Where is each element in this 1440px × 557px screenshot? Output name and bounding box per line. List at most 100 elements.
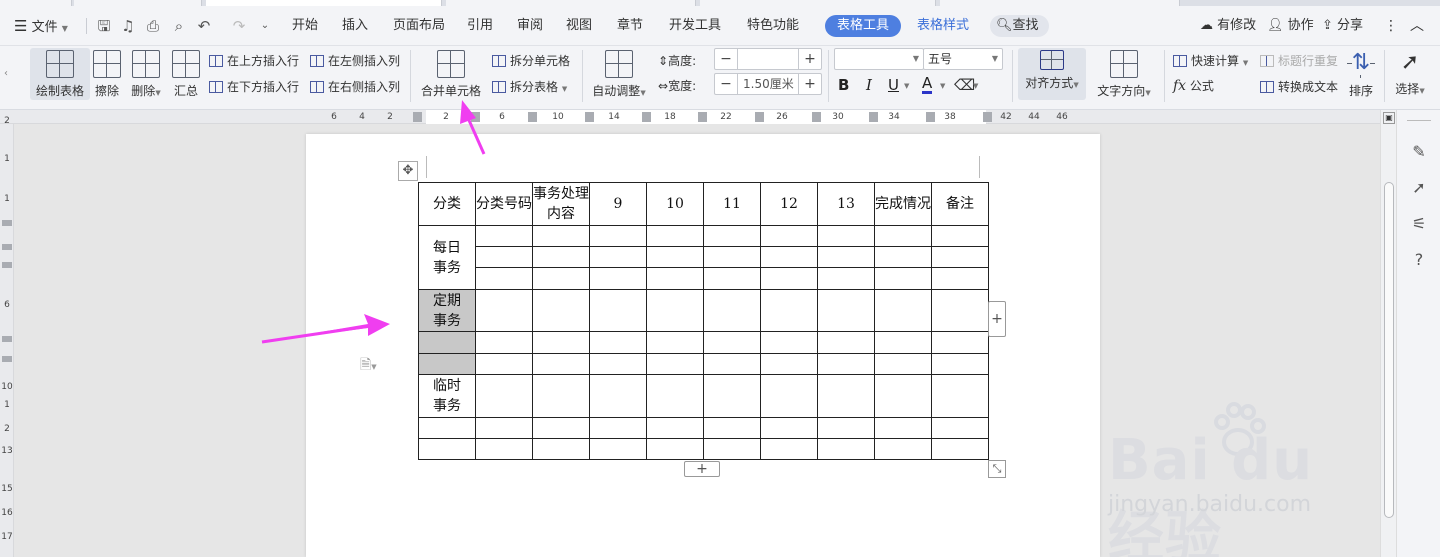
table-cell[interactable] [475, 225, 533, 247]
minus-icon[interactable]: − [715, 49, 737, 69]
customize-chevron-icon[interactable]: ⌄ [256, 17, 274, 35]
height-stepper[interactable]: − + [714, 48, 822, 70]
table-cell[interactable] [874, 353, 932, 375]
table-cell[interactable]: 10 [646, 182, 704, 226]
table-cell[interactable] [760, 246, 818, 268]
delete-button[interactable]: 删除▼ [126, 48, 166, 99]
table-cell[interactable] [418, 438, 476, 460]
ruler-row-marker[interactable] [2, 244, 12, 250]
formula-button[interactable]: fx 公式 [1173, 77, 1214, 94]
document-table[interactable]: 分类 分类号码 事务处理内容 9 10 11 12 13 完成情况 备注 每日事… [418, 182, 989, 460]
table-cell[interactable] [874, 438, 932, 460]
chevron-down-icon[interactable]: ▼ [940, 82, 945, 90]
draw-table-button[interactable]: 绘制表格 [30, 48, 90, 100]
italic-button[interactable]: I [866, 76, 872, 94]
underline-button[interactable]: U [888, 76, 899, 94]
auto-adjust-button[interactable]: 自动调整▼ [590, 48, 648, 99]
table-cell[interactable] [532, 353, 590, 375]
ruler-column-marker[interactable] [983, 112, 992, 122]
ruler-column-marker[interactable] [869, 112, 878, 122]
table-cell[interactable]: 12 [760, 182, 818, 226]
table-cell[interactable] [931, 353, 989, 375]
table-cell[interactable] [760, 225, 818, 247]
tab-references[interactable]: 引用 [467, 6, 493, 46]
more-icon[interactable]: ⋮ [1384, 6, 1398, 46]
table-cell[interactable] [703, 374, 761, 418]
table-cell[interactable] [703, 267, 761, 290]
width-input[interactable]: 1.50厘米 [737, 74, 799, 94]
summary-button[interactable]: 汇总 [172, 48, 200, 99]
table-cell[interactable] [931, 374, 989, 418]
table-cell[interactable] [817, 417, 875, 439]
table-cell[interactable] [646, 225, 704, 247]
width-stepper[interactable]: − 1.50厘米 + [714, 73, 822, 95]
tab-section[interactable]: 章节 [617, 6, 643, 46]
font-name-select[interactable]: ▼ [834, 48, 924, 70]
ruler-column-marker[interactable] [585, 112, 594, 122]
table-cell[interactable] [874, 246, 932, 268]
table-cell[interactable]: 11 [703, 182, 761, 226]
table-cell[interactable] [874, 289, 932, 332]
table-cell[interactable] [703, 246, 761, 268]
cursor-icon[interactable]: ➚ [1409, 178, 1429, 198]
table-cell[interactable]: 9 [589, 182, 647, 226]
help-icon[interactable]: ? [1409, 250, 1429, 270]
table-cell[interactable] [817, 374, 875, 418]
convert-to-text-button[interactable]: 转换成文本 [1260, 78, 1338, 95]
add-row-button[interactable]: + [684, 461, 720, 477]
table-cell[interactable] [589, 331, 647, 354]
split-view-icon[interactable]: ▣ [1383, 112, 1395, 124]
bold-button[interactable]: B [838, 76, 849, 94]
table-cell[interactable] [703, 289, 761, 332]
file-menu[interactable]: ☰ 文件 ▼ [14, 6, 68, 46]
scroll-left-icon[interactable]: ‹ [4, 68, 8, 79]
table-cell[interactable] [475, 246, 533, 268]
table-cell[interactable] [646, 331, 704, 354]
paragraph-layout-icon[interactable]: 🗎︎▼ [360, 354, 377, 378]
table-cell[interactable] [589, 267, 647, 290]
font-color-button[interactable]: A [922, 76, 933, 94]
vertical-ruler[interactable]: 2 1 1 6 10 1 2 13 15 16 17 [0, 116, 14, 557]
table-cell[interactable] [475, 417, 533, 439]
tab-developer[interactable]: 开发工具 [669, 6, 721, 46]
brush-icon[interactable]: ♫ [119, 17, 137, 35]
chevron-down-icon[interactable]: ▼ [973, 82, 978, 90]
table-cell[interactable] [874, 417, 932, 439]
tab-features[interactable]: 特色功能 [747, 6, 799, 46]
table-cell[interactable] [703, 417, 761, 439]
split-cells-button[interactable]: 拆分单元格 [492, 52, 570, 69]
collaborate-button[interactable]: 👤︎ 协作 [1267, 6, 1314, 46]
select-button[interactable]: ➚ 选择▼ [1390, 48, 1430, 97]
table-cell-selected[interactable] [418, 331, 476, 354]
pen-icon[interactable]: ✎ [1409, 142, 1429, 162]
minus-icon[interactable]: − [715, 74, 737, 94]
erase-button[interactable]: 擦除 [92, 48, 122, 99]
table-cell[interactable] [703, 331, 761, 354]
quick-calc-button[interactable]: 快速计算 ▼ [1173, 52, 1248, 69]
table-cell-selected[interactable] [418, 353, 476, 375]
table-cell[interactable] [532, 267, 590, 290]
table-cell[interactable] [646, 374, 704, 418]
height-input[interactable] [737, 49, 799, 69]
table-cell[interactable]: 分类号码 [475, 182, 533, 226]
table-cell[interactable] [760, 289, 818, 332]
scrollbar-thumb[interactable] [1384, 182, 1394, 518]
table-cell[interactable] [931, 438, 989, 460]
ruler-row-marker[interactable] [2, 356, 12, 362]
tab-start[interactable]: 开始 [292, 6, 318, 46]
share-button[interactable]: ⇪ 分享 [1322, 6, 1363, 46]
table-cell[interactable] [931, 331, 989, 354]
table-cell[interactable] [817, 353, 875, 375]
undo-icon[interactable]: ↶ [195, 17, 213, 35]
table-cell[interactable] [703, 438, 761, 460]
table-cell[interactable] [532, 374, 590, 418]
text-direction-button[interactable]: 文字方向▼ [1094, 48, 1154, 99]
table-cell[interactable]: 事务处理内容 [532, 182, 590, 226]
table-cell[interactable] [931, 225, 989, 247]
table-cell[interactable] [817, 225, 875, 247]
insert-row-below-button[interactable]: 在下方插入行 [209, 78, 299, 95]
table-resize-handle[interactable]: ⤡ [988, 460, 1006, 478]
table-cell[interactable] [532, 246, 590, 268]
table-cell[interactable]: 备注 [931, 182, 989, 226]
table-cell[interactable] [817, 438, 875, 460]
